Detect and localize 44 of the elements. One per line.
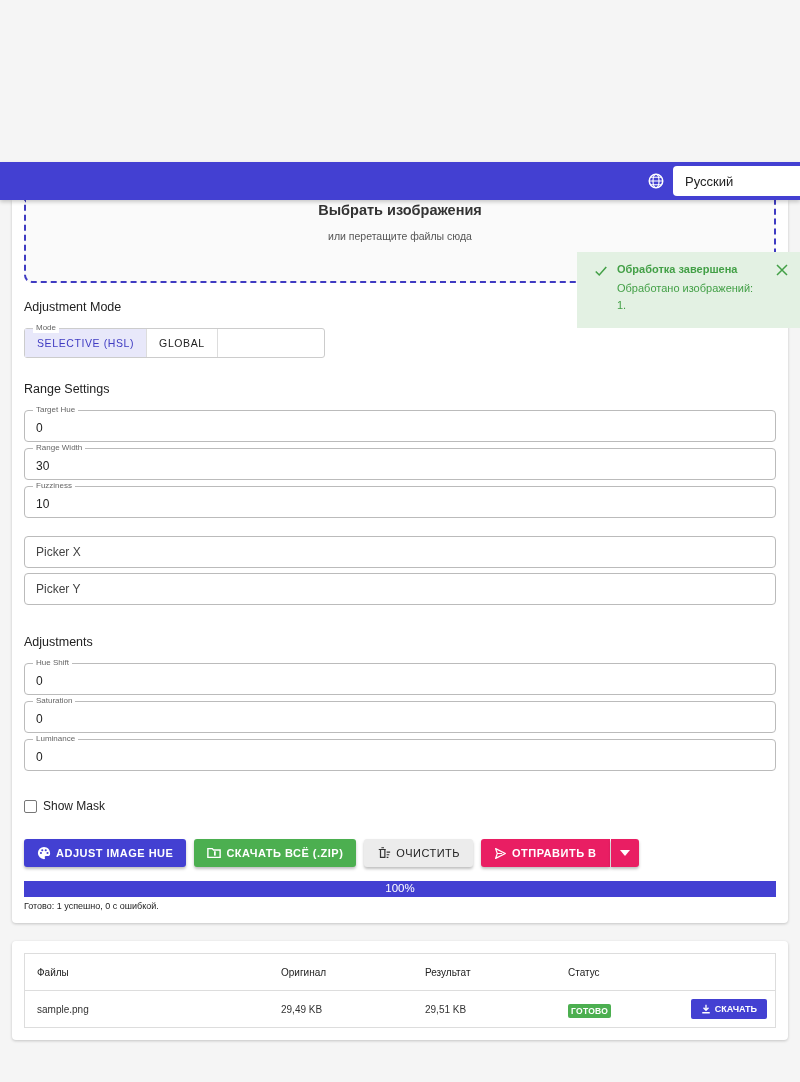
table-cell-text: 29,51 KB: [425, 1003, 468, 1015]
field-label: Target Hue: [33, 405, 79, 415]
column-header: Файлы: [37, 966, 70, 978]
caret-icon: [619, 850, 630, 856]
input-field[interactable]: Picker Y: [24, 573, 776, 605]
field-label: Saturation: [33, 696, 76, 706]
checkbox[interactable]: [24, 799, 37, 813]
column-header: Статус: [568, 966, 601, 978]
adjust-button[interactable]: ADJUST IMAGE HUE: [24, 839, 187, 867]
dropzone-hint: или перетащите файлы сюда: [328, 230, 472, 242]
section-title: Range Settings: [24, 382, 110, 396]
progress-reading: 100%: [385, 882, 415, 894]
toast-title: Обработка завершена: [617, 263, 739, 275]
send-button[interactable]: ОТПРАВИТЬ В: [481, 839, 610, 867]
field-label: Luminance: [33, 734, 79, 744]
field-label: Range Width: [33, 443, 86, 453]
field-label: Fuzziness: [33, 481, 75, 491]
palette-icon: [37, 846, 51, 860]
send-icon: [494, 846, 508, 860]
clear-button[interactable]: ОЧИСТИТЬ: [364, 839, 474, 867]
download-icon: [700, 1004, 711, 1014]
folder-icon: [207, 846, 222, 860]
column-header: Результат: [425, 966, 472, 978]
language-select[interactable]: Русский: [673, 166, 800, 196]
clear-list-icon: [377, 846, 392, 860]
globe-icon: [647, 172, 665, 190]
check-icon: [594, 264, 608, 278]
table-cell-text: sample.png: [37, 1003, 90, 1015]
dropdown-button[interactable]: [610, 839, 639, 867]
section-title: Adjustments: [24, 635, 93, 649]
status-text: Готово: 1 успешно, 0 с ошибкой.: [24, 901, 160, 911]
table-cell-text: 29,49 KB: [281, 1003, 324, 1015]
download-button[interactable]: СКАЧАТЬ: [690, 999, 767, 1019]
input-field[interactable]: Picker X: [24, 536, 776, 568]
toast-message: Обработано изображений: 1.: [617, 281, 755, 313]
field-label: Hue Shift: [33, 658, 72, 668]
column-header: Оригинал: [281, 966, 328, 978]
dropzone-title: Выбрать изображения: [318, 202, 482, 218]
status-chip: ГОТОВО: [568, 1004, 612, 1018]
checkbox-label: Show Mask: [43, 799, 106, 813]
close-icon[interactable]: [776, 264, 788, 276]
section-title: Adjustment Mode: [24, 300, 122, 314]
field-label: Mode: [33, 323, 59, 333]
mode-toggle[interactable]: SELECTIVE (HSL): [25, 329, 148, 357]
